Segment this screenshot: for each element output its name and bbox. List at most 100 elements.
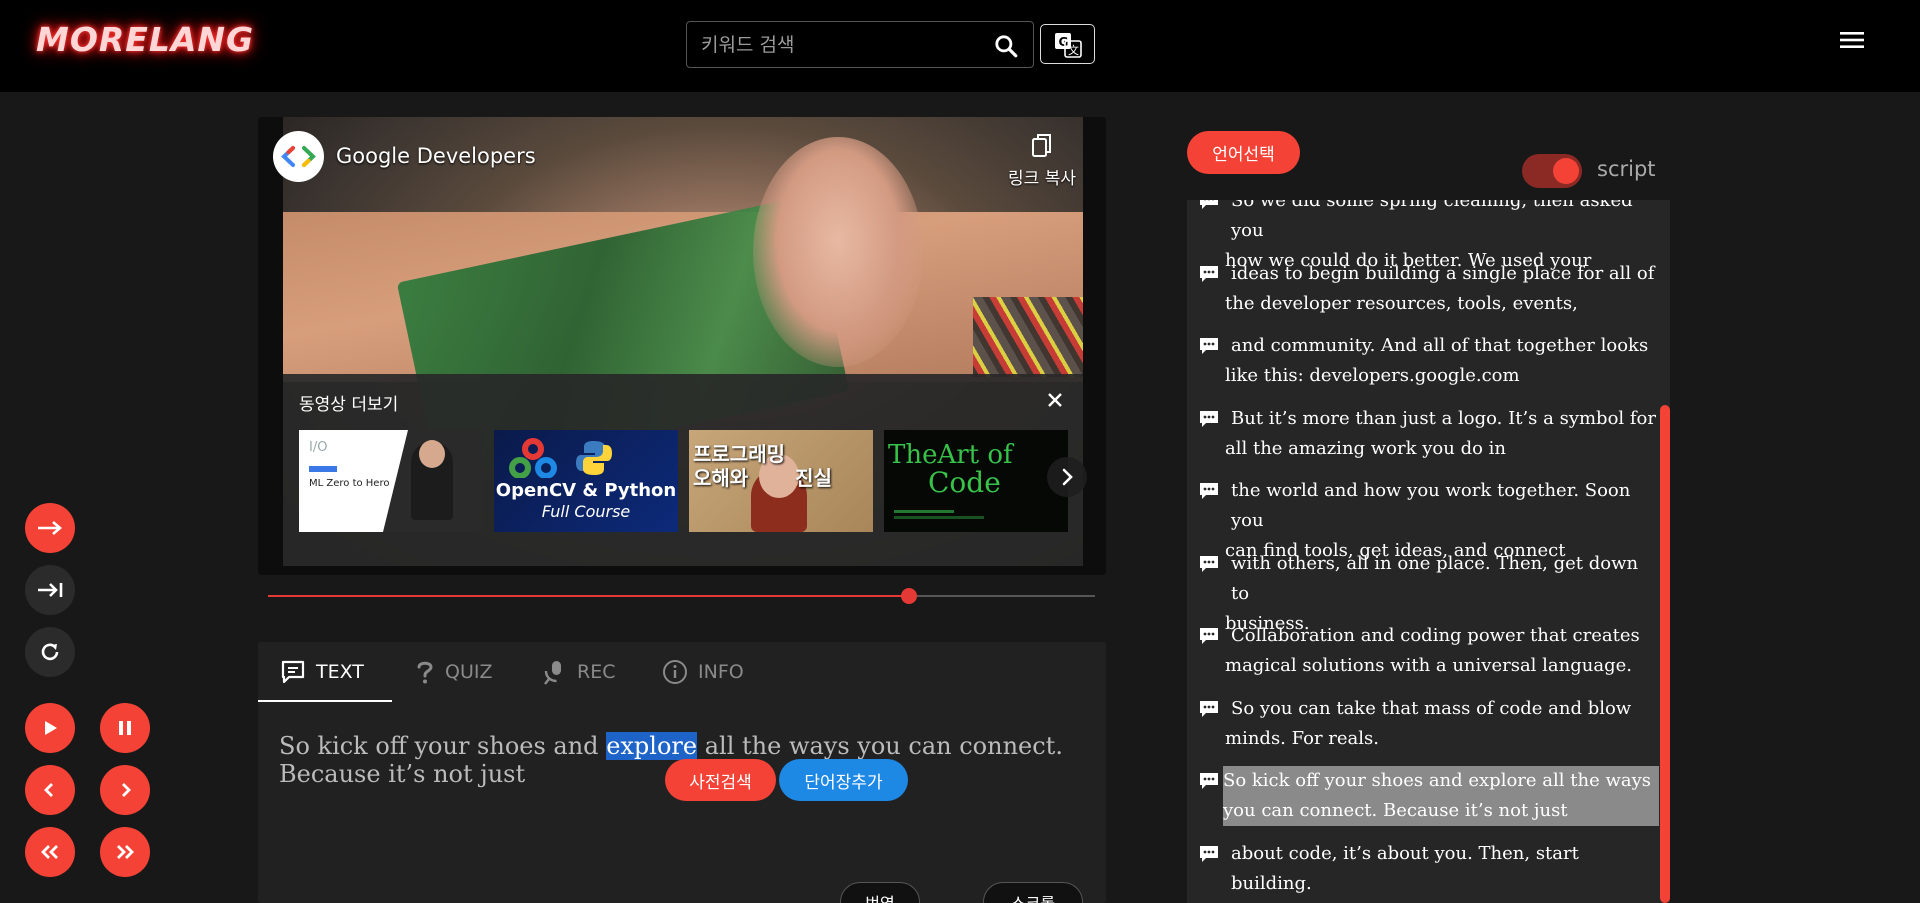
google-developers-logo-icon bbox=[281, 146, 316, 167]
script-line-text[interactable]: ideas to begin building a single place f… bbox=[1199, 259, 1659, 289]
top-bar: MORELANG G 文 bbox=[0, 0, 1920, 92]
sentence-text[interactable]: Because it’s not just bbox=[279, 760, 525, 788]
script-line-text[interactable]: magical solutions with a universal langu… bbox=[1199, 651, 1659, 681]
script-line-text[interactable]: So you can take that mass of code and bl… bbox=[1199, 694, 1659, 724]
thumbnail-subtitle: Code bbox=[928, 466, 1001, 499]
script-toggle-label: script bbox=[1597, 157, 1656, 181]
search-box[interactable] bbox=[686, 21, 1034, 68]
double-chevron-right-icon bbox=[117, 845, 134, 859]
channel-name[interactable]: Google Developers bbox=[336, 144, 536, 168]
comment-dots-icon bbox=[1200, 700, 1218, 717]
selected-word[interactable]: explore bbox=[606, 732, 698, 760]
tab-label: QUIZ bbox=[445, 661, 493, 683]
script-line-text[interactable]: like this: developers.google.com bbox=[1199, 361, 1659, 391]
script-scrollbar[interactable] bbox=[1660, 405, 1670, 903]
previous-sentence-button[interactable] bbox=[25, 765, 75, 815]
next-videos-button[interactable] bbox=[1047, 457, 1087, 497]
tab-text[interactable]: TEXT bbox=[280, 642, 364, 702]
script-line-text[interactable]: the developer resources, tools, events, bbox=[1199, 289, 1659, 319]
script-line-text[interactable]: all the amazing work you do in bbox=[1199, 434, 1659, 464]
script-line[interactable]: Collaboration and coding power that crea… bbox=[1199, 621, 1659, 681]
pause-button[interactable] bbox=[100, 703, 150, 753]
translate-sentence-button[interactable]: 번역 bbox=[840, 882, 920, 903]
repeat-button[interactable] bbox=[25, 627, 75, 677]
thumbnail-decoration bbox=[894, 516, 984, 519]
progress-thumb[interactable] bbox=[900, 588, 917, 604]
next-sentence-button[interactable] bbox=[100, 765, 150, 815]
script-line-text[interactable]: about code, it’s about you. Then, start … bbox=[1199, 839, 1659, 899]
script-line[interactable]: and community. And all of that together … bbox=[1199, 331, 1659, 391]
script-line[interactable]: about code, it’s about you. Then, start … bbox=[1199, 839, 1659, 903]
script-line-text[interactable]: the world and how you work together. Soo… bbox=[1199, 476, 1659, 536]
script-line-text[interactable]: you can connect. Because it’s not just bbox=[1223, 796, 1659, 826]
scroll-button[interactable]: 스크롤 bbox=[983, 882, 1083, 903]
script-line-text[interactable]: But it’s more than just a logo. It’s a s… bbox=[1199, 404, 1659, 434]
pause-icon bbox=[119, 721, 131, 735]
thumbnail-subtitle: 오해와 진실 bbox=[693, 466, 832, 490]
tab-label: TEXT bbox=[316, 661, 364, 683]
script-line-text[interactable]: and community. And all of that together … bbox=[1199, 331, 1659, 361]
sentence-text[interactable]: So kick off your shoes and bbox=[279, 732, 606, 760]
script-line-text[interactable]: minds. For reals. bbox=[1199, 724, 1659, 754]
comment-dots-icon bbox=[1200, 628, 1218, 644]
svg-text:G: G bbox=[1059, 35, 1069, 49]
video-progress-bar[interactable] bbox=[268, 588, 1095, 604]
more-videos-panel: 동영상 더보기 I/O ML Zero to Hero OpenCV & Pyt… bbox=[283, 374, 1087, 566]
add-to-wordbook-button[interactable]: 단어장추가 bbox=[779, 759, 908, 801]
tab-info[interactable]: INFO bbox=[662, 642, 744, 702]
sentence-text[interactable]: all the ways you can connect. bbox=[697, 732, 1063, 760]
logo[interactable]: MORELANG bbox=[36, 20, 254, 59]
hamburger-menu-icon[interactable] bbox=[1838, 28, 1866, 52]
video-thumbnail[interactable]: OpenCV & Python Full Course bbox=[494, 430, 678, 532]
video-thumbnail[interactable]: I/O ML Zero to Hero bbox=[299, 430, 483, 532]
chevron-right-icon bbox=[122, 783, 131, 797]
fast-forward-button[interactable] bbox=[100, 827, 150, 877]
video-scene bbox=[973, 297, 1083, 377]
search-input[interactable] bbox=[701, 22, 981, 67]
tab-quiz[interactable]: QUIZ bbox=[415, 642, 492, 702]
skip-to-end-button[interactable] bbox=[25, 565, 75, 615]
comment-dots-icon bbox=[1200, 555, 1218, 572]
translate-button[interactable]: G 文 bbox=[1040, 24, 1095, 64]
search-icon[interactable] bbox=[993, 33, 1019, 59]
close-icon[interactable] bbox=[1045, 390, 1065, 410]
info-icon bbox=[663, 660, 687, 684]
script-line-text[interactable]: Because together, there’s no telling bbox=[1199, 899, 1659, 903]
thumbnail-title: ML Zero to Hero bbox=[309, 478, 390, 489]
thumbnail-tag bbox=[309, 466, 337, 472]
video-thumbnail[interactable]: TheArt of Code bbox=[884, 430, 1068, 532]
python-logo-icon bbox=[576, 441, 612, 475]
dictionary-search-button[interactable]: 사전검색 bbox=[665, 759, 776, 801]
script-line[interactable]: ideas to begin building a single place f… bbox=[1199, 259, 1659, 319]
script-line-text[interactable]: Collaboration and coding power that crea… bbox=[1199, 621, 1659, 651]
progress-fill bbox=[268, 595, 909, 597]
script-list[interactable]: So we did some spring cleaning, then ask… bbox=[1187, 200, 1670, 903]
arrow-right-icon bbox=[38, 521, 62, 535]
script-line[interactable]: So you can take that mass of code and bl… bbox=[1199, 694, 1659, 754]
video-thumbnail[interactable]: 프로그래밍 오해와 진실 bbox=[689, 430, 873, 532]
copy-icon bbox=[1032, 134, 1051, 157]
study-panel: TEXT QUIZ REC INFO So kick off your shoe… bbox=[258, 642, 1106, 903]
script-line[interactable]: But it’s more than just a logo. It’s a s… bbox=[1199, 404, 1659, 464]
channel-avatar[interactable] bbox=[273, 131, 324, 182]
script-line-text[interactable]: with others, all in one place. Then, get… bbox=[1199, 549, 1659, 609]
rewind-button[interactable] bbox=[25, 827, 75, 877]
double-chevron-left-icon bbox=[41, 845, 58, 859]
play-button[interactable] bbox=[25, 703, 75, 753]
svg-text:文: 文 bbox=[1068, 43, 1079, 57]
tab-rec[interactable]: REC bbox=[541, 642, 615, 702]
script-line-text[interactable]: So kick off your shoes and explore all t… bbox=[1223, 766, 1659, 796]
script-line-active[interactable]: So kick off your shoes and explore all t… bbox=[1199, 766, 1659, 826]
script-toggle[interactable] bbox=[1522, 154, 1582, 188]
next-sentence-arrow-button[interactable] bbox=[25, 503, 75, 553]
copy-link-button[interactable]: 링크 복사 bbox=[1002, 132, 1082, 189]
comment-dots-icon bbox=[1200, 200, 1218, 209]
comment-dots-icon bbox=[1200, 483, 1218, 499]
presenter-figure bbox=[419, 440, 445, 468]
chevron-right-icon bbox=[1062, 468, 1073, 486]
comment-dots-icon bbox=[1200, 410, 1218, 427]
thumbnail-logo: I/O bbox=[309, 440, 328, 455]
script-line-text[interactable]: So we did some spring cleaning, then ask… bbox=[1199, 200, 1659, 246]
language-select-button[interactable]: 언어선택 bbox=[1187, 131, 1300, 174]
comment-dots-icon bbox=[1200, 265, 1218, 282]
